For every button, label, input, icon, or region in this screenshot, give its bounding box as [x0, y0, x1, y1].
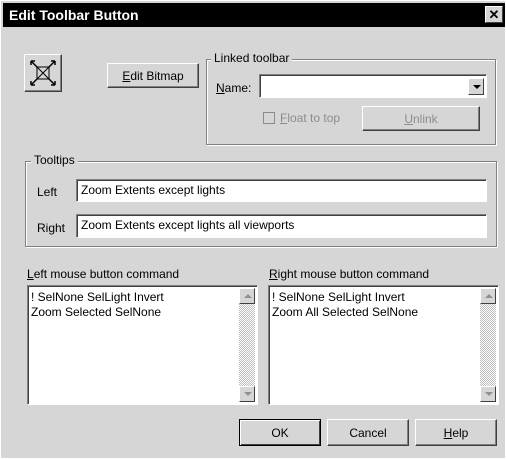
arrow-down-icon — [485, 392, 493, 396]
scroll-up-button[interactable] — [480, 288, 496, 304]
tooltip-left-label: Left — [37, 185, 58, 199]
close-icon: ✕ — [488, 7, 500, 22]
scroll-down-button[interactable] — [480, 386, 496, 402]
right-command-scrollbar[interactable] — [480, 288, 496, 402]
close-button[interactable]: ✕ — [485, 6, 503, 23]
left-command-label: Left mouse button command — [27, 267, 180, 281]
ok-button[interactable]: OK — [239, 419, 321, 446]
right-command-label: Right mouse button command — [269, 267, 430, 281]
edit-bitmap-button[interactable]: Edit Bitmap — [107, 63, 199, 88]
edit-toolbar-button-dialog: Edit Toolbar Button ✕ Edit Bitmap Linked… — [0, 0, 506, 459]
left-command-scrollbar[interactable] — [239, 288, 255, 402]
linked-toolbar-legend: Linked toolbar — [211, 51, 293, 65]
help-button[interactable]: Help — [415, 419, 497, 446]
tooltip-left-input[interactable]: Zoom Extents except lights — [76, 179, 487, 202]
title-bar[interactable]: Edit Toolbar Button ✕ — [3, 3, 505, 27]
float-to-top-label: Float to top — [280, 111, 341, 125]
zoom-extents-icon — [30, 60, 56, 86]
name-dropdown-button[interactable] — [468, 78, 484, 95]
right-command-textarea[interactable]: ! SelNone SelLight Invert Zoom All Selec… — [268, 285, 499, 405]
scroll-up-button[interactable] — [239, 288, 255, 304]
tooltip-left-value: Zoom Extents except lights — [81, 183, 226, 197]
left-command-line: ! SelNone SelLight Invert — [31, 290, 164, 304]
right-command-line: ! SelNone SelLight Invert — [272, 290, 405, 304]
arrow-up-icon — [485, 294, 493, 298]
window-title: Edit Toolbar Button — [9, 7, 139, 23]
left-command-textarea[interactable]: ! SelNone SelLight Invert Zoom Selected … — [27, 285, 258, 405]
tooltip-right-input[interactable]: Zoom Extents except lights all viewports — [76, 214, 487, 238]
arrow-up-icon — [244, 294, 252, 298]
name-label: Name: — [216, 81, 252, 95]
tooltips-legend: Tooltips — [31, 153, 78, 167]
right-command-line: Zoom All Selected SelNone — [272, 305, 419, 319]
tooltip-right-label: Right — [37, 221, 66, 235]
name-combobox[interactable] — [259, 74, 487, 98]
scroll-down-button[interactable] — [239, 386, 255, 402]
unlink-button[interactable]: Unlink — [362, 106, 480, 131]
arrow-down-icon — [244, 392, 252, 396]
linked-toolbar-group — [206, 59, 496, 145]
tooltip-right-value: Zoom Extents except lights all viewports — [81, 218, 295, 232]
left-command-line: Zoom Selected SelNone — [31, 305, 162, 319]
button-icon-preview[interactable] — [24, 54, 62, 92]
cancel-button[interactable]: Cancel — [327, 419, 409, 446]
float-to-top-checkbox[interactable] — [263, 112, 275, 124]
chevron-down-icon — [473, 85, 481, 89]
